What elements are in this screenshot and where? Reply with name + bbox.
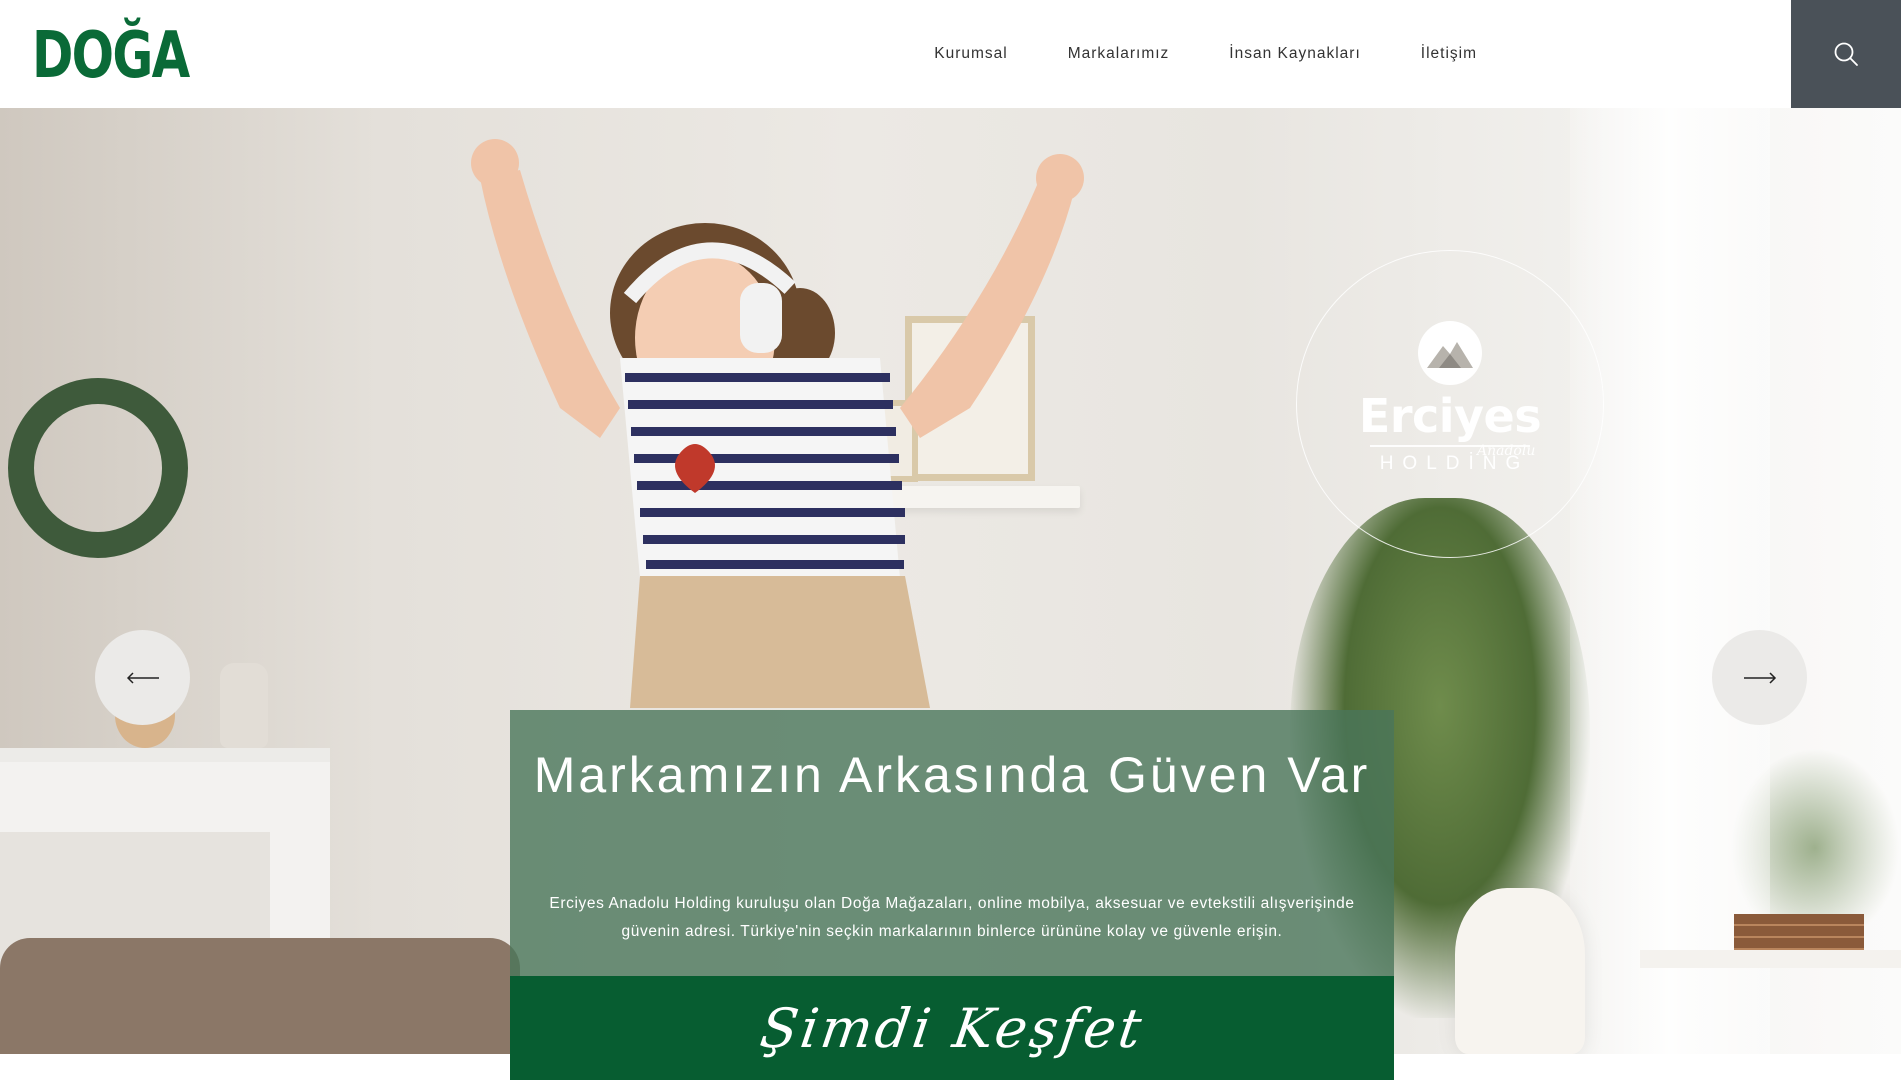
nav-item-iletisim[interactable]: İletişim bbox=[1421, 45, 1477, 63]
search-button[interactable] bbox=[1791, 0, 1901, 108]
badge-script: Anadolu bbox=[1477, 443, 1536, 459]
discover-now-label: Şimdi Keşfet bbox=[756, 996, 1148, 1060]
slider-next-button[interactable] bbox=[1712, 630, 1807, 725]
hero-description: Erciyes Anadolu Holding kuruluşu olan Do… bbox=[549, 895, 1355, 940]
arrow-left-icon bbox=[126, 671, 159, 684]
arrow-right-icon bbox=[1743, 671, 1776, 684]
search-icon bbox=[1834, 42, 1858, 66]
logo-text: DOĞA bbox=[32, 17, 190, 93]
nav-item-kurumsal[interactable]: Kurumsal bbox=[934, 45, 1007, 63]
main-nav: Kurumsal Markalarımız İnsan Kaynakları İ… bbox=[934, 0, 1477, 108]
mountain-icon bbox=[1418, 321, 1482, 386]
badge-name: Erciyes bbox=[1358, 389, 1542, 444]
slider-prev-button[interactable] bbox=[95, 630, 190, 725]
site-header: DOĞA Kurumsal Markalarımız İnsan Kaynakl… bbox=[0, 0, 1901, 108]
erciyes-holding-badge: Erciyes Anadolu HOLDİNG bbox=[1296, 250, 1604, 558]
nav-item-markalarimiz[interactable]: Markalarımız bbox=[1068, 45, 1170, 63]
hero-title: Markamızın Arkasında Güven Var bbox=[533, 747, 1371, 803]
discover-now-button[interactable]: Şimdi Keşfet bbox=[510, 976, 1394, 1080]
nav-item-insan-kaynaklari[interactable]: İnsan Kaynakları bbox=[1229, 45, 1360, 63]
doga-logo[interactable]: DOĞA bbox=[32, 18, 214, 93]
hero-caption-panel: Markamızın Arkasında Güven Var Erciyes A… bbox=[510, 710, 1394, 976]
